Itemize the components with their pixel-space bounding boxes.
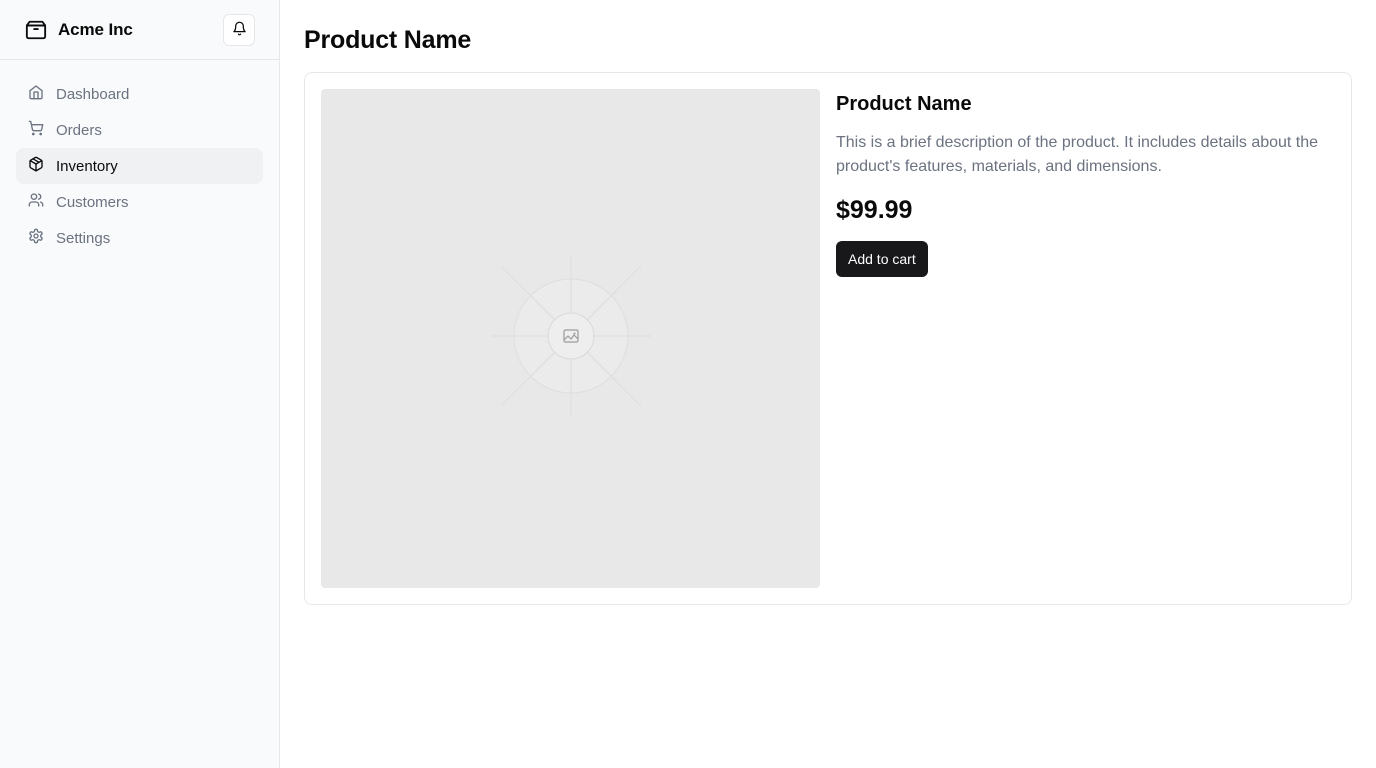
app: Acme Inc Dashboard Orders Inventory Cust… xyxy=(0,0,1376,768)
image-placeholder-icon xyxy=(490,256,651,421)
sidebar-item-dashboard[interactable]: Dashboard xyxy=(16,76,263,112)
sidebar-item-label: Orders xyxy=(56,121,102,139)
page-title: Product Name xyxy=(304,26,472,54)
sidebar-item-customers[interactable]: Customers xyxy=(16,184,263,220)
package-icon xyxy=(28,156,44,176)
product-price: $99.99 xyxy=(836,196,913,224)
sidebar-item-inventory[interactable]: Inventory xyxy=(16,148,263,184)
sidebar-item-label: Dashboard xyxy=(56,85,130,103)
notifications-button[interactable] xyxy=(223,13,255,46)
product-name: Product Name xyxy=(836,93,972,115)
product-card: Product Name This is a brief description… xyxy=(304,72,1352,605)
users-icon xyxy=(28,192,44,212)
sidebar-item-settings[interactable]: Settings xyxy=(16,220,263,256)
bell-icon xyxy=(232,21,247,39)
sidebar-item-label: Customers xyxy=(56,193,129,211)
sidebar-header: Acme Inc xyxy=(0,0,279,60)
add-to-cart-button[interactable]: Add to cart xyxy=(836,241,928,277)
brand-name: Acme Inc xyxy=(58,19,133,39)
settings-icon xyxy=(28,228,44,248)
sidebar: Acme Inc Dashboard Orders Inventory Cust… xyxy=(0,0,280,768)
shopping-cart-icon xyxy=(28,120,44,140)
sidebar-nav: Dashboard Orders Inventory Customers Set… xyxy=(0,60,279,272)
sidebar-item-label: Settings xyxy=(56,229,111,247)
sidebar-item-orders[interactable]: Orders xyxy=(16,112,263,148)
main-content: Product Name Product Name This is a brie… xyxy=(280,0,1376,768)
package-icon xyxy=(24,18,48,42)
sidebar-item-label: Inventory xyxy=(56,157,118,175)
home-icon xyxy=(28,84,44,104)
brand-link[interactable]: Acme Inc xyxy=(24,18,133,42)
product-details: Product Name This is a brief description… xyxy=(836,89,1335,588)
product-description: This is a brief description of the produ… xyxy=(836,134,1319,175)
product-image xyxy=(321,89,820,588)
